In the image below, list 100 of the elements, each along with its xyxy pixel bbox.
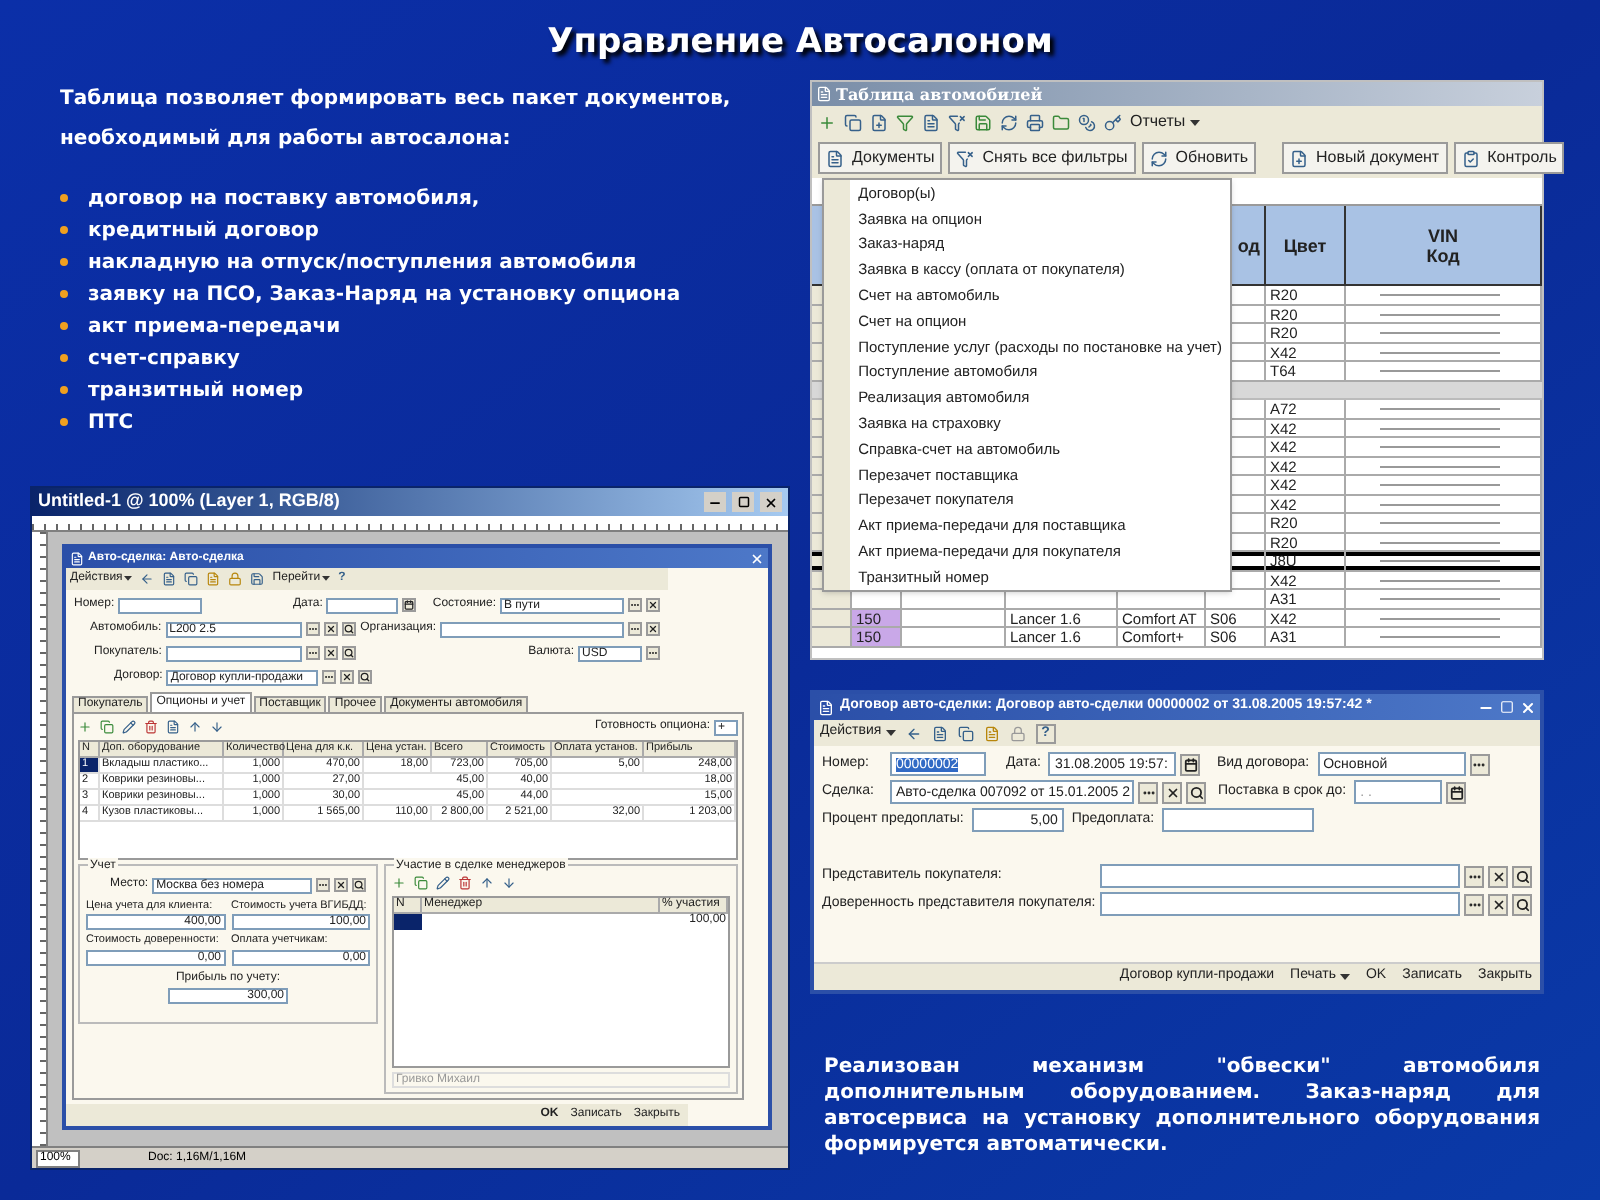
reports-menu[interactable]: Отчеты [1130, 110, 1200, 134]
select-button[interactable] [1469, 753, 1490, 775]
close-icon [1165, 785, 1179, 799]
blurred-text-line [1380, 598, 1500, 600]
close-icon [325, 648, 336, 658]
select-button[interactable] [322, 670, 337, 684]
copy-icon[interactable] [957, 725, 974, 741]
arrow-down-icon[interactable] [502, 876, 516, 890]
maximize-icon[interactable] [1500, 700, 1514, 714]
selected-row-marker[interactable] [394, 914, 422, 930]
blurred-text-line [1380, 332, 1500, 334]
select-button[interactable] [1464, 865, 1484, 887]
clear-button[interactable] [340, 670, 355, 684]
input-field[interactable] [440, 621, 624, 637]
bullet-icon [60, 322, 68, 330]
blurred-text-line [1380, 446, 1500, 448]
input-field[interactable] [165, 645, 302, 661]
document-icon [816, 86, 832, 102]
clear-button[interactable] [646, 598, 660, 612]
save-icon[interactable] [974, 113, 992, 131]
search-button[interactable] [1512, 893, 1532, 915]
close-icon[interactable] [750, 551, 764, 565]
toolbar-button[interactable]: Обновить [1141, 142, 1257, 174]
pencil-icon[interactable] [436, 876, 450, 890]
clear-button[interactable] [1488, 865, 1508, 887]
clear-button[interactable] [334, 878, 349, 892]
slide-title: Управление Автосалоном [545, 20, 1055, 66]
search-button[interactable] [1186, 781, 1206, 803]
document-icon[interactable] [166, 720, 180, 734]
minimize-button[interactable] [704, 492, 726, 512]
refresh-icon[interactable] [1000, 113, 1018, 131]
bullet-icon [60, 354, 68, 362]
input-field[interactable] [326, 597, 399, 613]
delete-icon[interactable] [144, 720, 158, 734]
clear-button[interactable] [1488, 893, 1508, 915]
calendar-button[interactable] [1180, 753, 1201, 775]
input-field[interactable] [1100, 864, 1460, 888]
table-cell [902, 609, 1006, 628]
arrow-down-icon[interactable] [210, 720, 224, 734]
file-plus-icon[interactable] [870, 113, 888, 131]
document-icon[interactable] [922, 113, 940, 131]
close-button[interactable] [760, 492, 782, 512]
blurred-text-line [1380, 370, 1500, 372]
arrow-left-icon[interactable] [140, 572, 155, 586]
search-button[interactable] [341, 646, 356, 660]
search-button[interactable] [1512, 865, 1532, 887]
arrow-left-icon[interactable] [905, 725, 922, 741]
select-button[interactable] [305, 622, 320, 636]
blurred-text-line [1380, 617, 1500, 619]
search-button[interactable] [358, 670, 373, 684]
select-button[interactable] [1464, 893, 1484, 915]
filter-icon[interactable] [896, 113, 914, 131]
select-button[interactable] [305, 646, 320, 660]
select-button[interactable] [316, 878, 331, 892]
input-field[interactable] [1100, 892, 1460, 916]
document-icon[interactable] [206, 572, 221, 586]
filter-clear-icon[interactable] [948, 113, 966, 131]
key-icon[interactable] [1104, 113, 1122, 131]
maximize-button[interactable] [732, 492, 754, 512]
document-icon[interactable] [983, 725, 1000, 741]
input-field[interactable] [118, 597, 203, 613]
toolbar-button[interactable]: Новый документ [1282, 142, 1448, 174]
search-button[interactable] [341, 622, 356, 636]
copy-icon[interactable] [184, 572, 199, 586]
clear-button[interactable] [323, 622, 338, 636]
copy-icon[interactable] [844, 113, 862, 131]
select-button[interactable] [628, 622, 642, 636]
arrow-up-icon[interactable] [480, 876, 494, 890]
toolbar-button[interactable]: Снять все фильтры [948, 142, 1136, 174]
bullet-text: заявку на ПСО, Заказ-Наряд на установку опциона [88, 281, 681, 309]
copy-icon[interactable] [414, 876, 428, 890]
maximize-icon [737, 496, 749, 508]
toolbar-button[interactable]: Документы [818, 142, 943, 174]
select-button[interactable] [1138, 781, 1158, 803]
input-field[interactable] [1162, 808, 1315, 832]
arrow-up-icon[interactable] [188, 720, 202, 734]
note-text: Реализован механизм "обвески" автомобиля дополнительным оборудованием. Заказ-наряд для автосервиса на установку дополнительного оборудования формируется автоматически. [824, 1054, 1540, 1158]
blurred-text-line [1380, 560, 1500, 562]
pencil-icon[interactable] [122, 720, 136, 734]
calendar-button[interactable] [402, 598, 417, 612]
delete-icon[interactable] [458, 876, 472, 890]
printer-icon[interactable] [1026, 113, 1044, 131]
select-button[interactable] [628, 598, 642, 612]
clear-button[interactable] [323, 646, 338, 660]
toolbar-button[interactable]: Контроль [1453, 142, 1565, 174]
search-button[interactable] [352, 878, 367, 892]
clear-button[interactable] [646, 622, 660, 636]
document-icon[interactable] [931, 725, 948, 741]
folder-icon[interactable] [1052, 113, 1070, 131]
calendar-button[interactable] [1446, 781, 1467, 803]
copy-icon[interactable] [100, 720, 114, 734]
column-header: Цвет [1266, 206, 1346, 286]
close-icon[interactable] [1520, 699, 1536, 715]
document-icon[interactable] [162, 572, 177, 586]
save-icon[interactable] [250, 572, 265, 586]
coins-icon[interactable] [1078, 113, 1096, 131]
clear-button[interactable] [1162, 781, 1182, 803]
lock-icon[interactable] [228, 572, 243, 586]
clipboard-check-icon [1461, 149, 1480, 167]
select-button[interactable] [646, 646, 660, 660]
